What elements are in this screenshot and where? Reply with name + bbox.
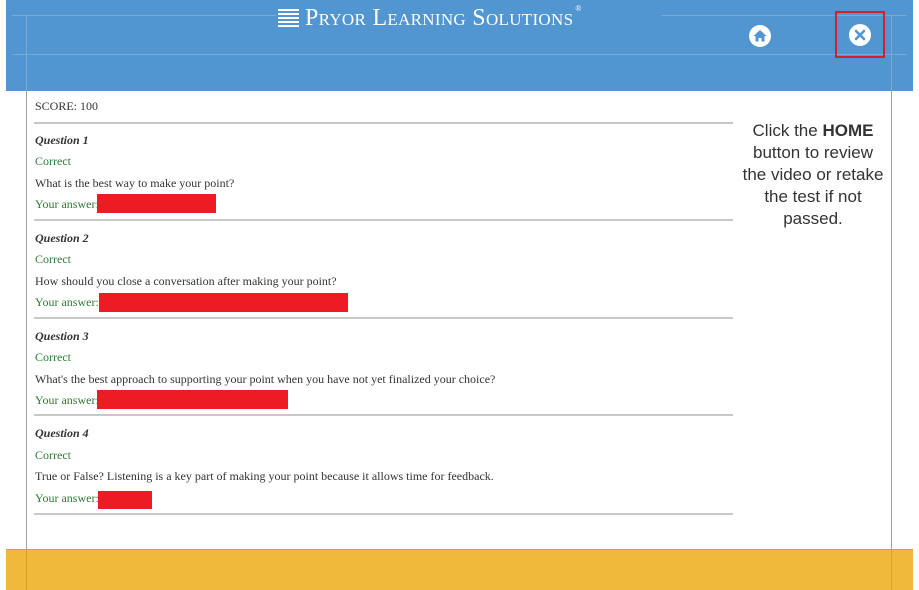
home-button[interactable]	[749, 25, 771, 47]
hint-text-end: button to review the video or retake the…	[742, 143, 884, 228]
answer-label: Your answer:	[35, 295, 99, 309]
header-rule-vertical-right	[891, 15, 892, 91]
header-rule-left	[12, 15, 276, 16]
close-button-highlight	[835, 11, 885, 58]
redacted-answer	[97, 390, 288, 409]
header-rule-bottom	[12, 54, 907, 55]
question-status: Correct	[35, 154, 71, 168]
brand-registered-mark: ®	[575, 3, 582, 13]
home-hint-text: Click the HOME button to review the vide…	[742, 120, 884, 230]
footer-rule-vertical-left	[26, 549, 27, 590]
question-status: Correct	[35, 252, 71, 266]
question-title: Question 3	[35, 329, 89, 343]
hint-home-emphasis: HOME	[822, 121, 874, 140]
question-status: Correct	[35, 350, 71, 364]
redacted-answer	[97, 194, 216, 213]
score-label: SCORE: 100	[35, 99, 99, 113]
question-status: Correct	[35, 448, 71, 462]
question-text: What is the best way to make your point?	[35, 176, 235, 190]
home-icon	[753, 30, 767, 42]
answer-label: Your answer:	[35, 491, 99, 505]
question-text: How should you close a conversation afte…	[35, 274, 337, 288]
footer-rule	[6, 549, 913, 550]
hint-text-start: Click the	[752, 121, 823, 140]
header-rule-vertical-left	[26, 15, 27, 91]
brand-name: Pryor Learning Solutions	[305, 4, 574, 31]
divider	[34, 414, 733, 416]
redacted-answer	[99, 293, 348, 312]
footer-bar	[6, 549, 913, 590]
brand-logo: Pryor Learning Solutions ®	[278, 3, 585, 33]
answer-label: Your answer:	[35, 197, 99, 211]
answer-label: Your answer:	[35, 393, 99, 407]
divider	[34, 513, 733, 515]
brand-logo-icon	[278, 8, 299, 28]
close-icon	[854, 29, 866, 41]
redacted-answer	[98, 491, 152, 509]
divider	[34, 317, 733, 319]
divider	[34, 219, 733, 221]
close-button[interactable]	[849, 24, 871, 46]
question-text: True or False? Listening is a key part o…	[35, 469, 494, 483]
question-title: Question 2	[35, 231, 89, 245]
divider	[34, 122, 733, 124]
question-title: Question 1	[35, 133, 89, 147]
question-title: Question 4	[35, 426, 89, 440]
question-text: What's the best approach to supporting y…	[35, 372, 496, 386]
footer-rule-vertical-right	[891, 549, 892, 590]
